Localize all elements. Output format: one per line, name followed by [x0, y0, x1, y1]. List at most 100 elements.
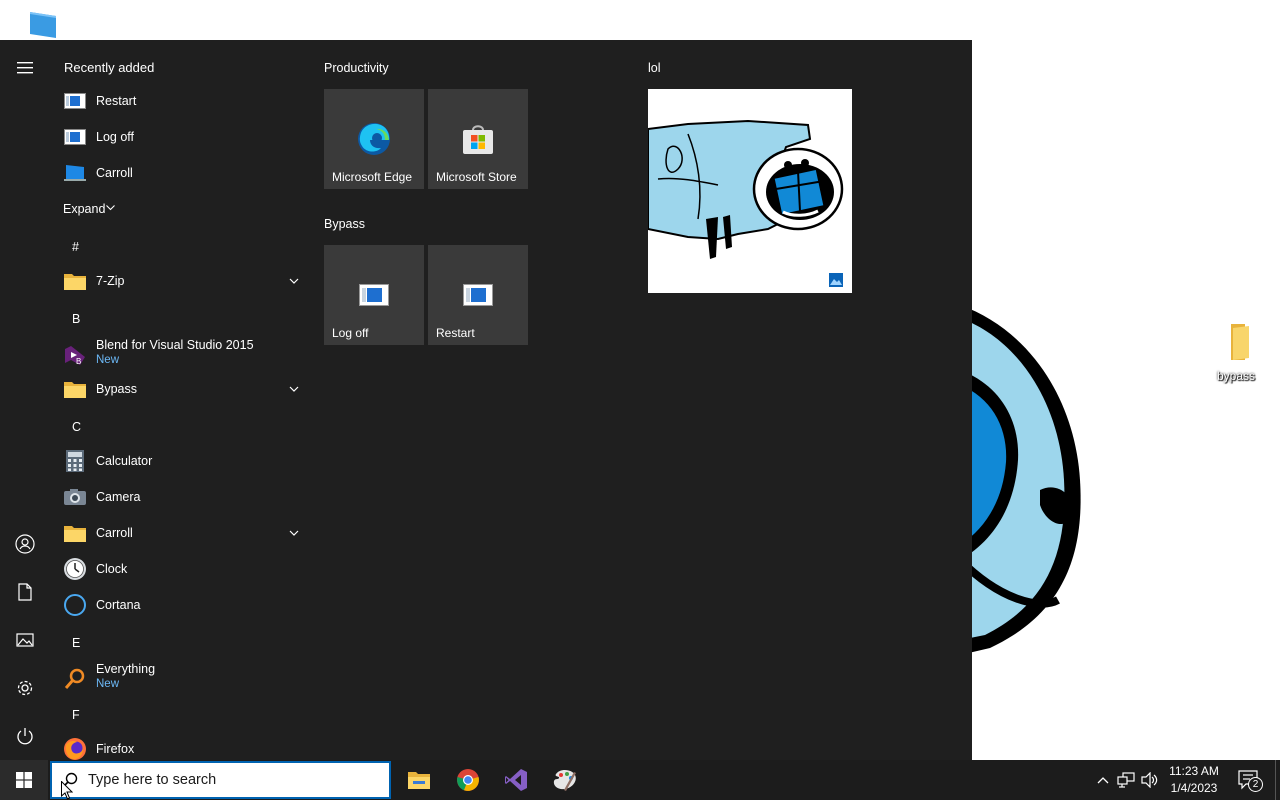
user-icon [15, 534, 35, 554]
documents-button[interactable] [0, 568, 50, 616]
chevron-up-icon [1097, 777, 1109, 784]
settings-button[interactable] [0, 664, 50, 712]
app-item-everything[interactable]: Everything New [50, 659, 306, 699]
tile-microsoft-edge[interactable]: Microsoft Edge [324, 89, 424, 189]
hamburger-icon [17, 62, 33, 74]
tile-label: Log off [332, 326, 369, 340]
tile-restart[interactable]: Restart [428, 245, 528, 345]
speaker-icon [1141, 772, 1158, 788]
app-item-carroll[interactable]: Carroll [50, 515, 306, 551]
app-item-cortana[interactable]: Cortana [50, 587, 306, 623]
window-icon [63, 89, 87, 113]
pictures-button[interactable] [0, 616, 50, 664]
visual-studio-icon [505, 769, 527, 791]
search-input[interactable] [88, 769, 378, 791]
taskbar-search-box[interactable] [50, 761, 391, 799]
desktop-icon-bypass[interactable]: bypass [1206, 322, 1266, 383]
app-name: Log off [96, 130, 135, 144]
show-hidden-icons-button[interactable] [1092, 760, 1114, 800]
window-icon [458, 275, 498, 315]
letter-header-c[interactable]: C [72, 420, 102, 442]
expand-label: Expand [63, 202, 106, 216]
new-badge: New [96, 354, 120, 366]
tile-lol-picture[interactable] [647, 89, 852, 293]
start-rail [0, 40, 50, 760]
start-button[interactable] [0, 760, 48, 800]
account-button[interactable] [0, 520, 50, 568]
folder-icon [63, 377, 87, 401]
recent-item-log-off[interactable]: Log off [50, 119, 306, 155]
app-name: Carroll [96, 166, 133, 180]
taskbar-chrome[interactable] [444, 760, 492, 800]
letter-header-f[interactable]: F [72, 708, 102, 730]
windows-logo-icon [16, 772, 32, 788]
app-name: Blend for Visual Studio 2015 [96, 338, 254, 352]
app-name: Firefox [96, 742, 135, 756]
app-item-firefox[interactable]: Firefox [50, 731, 306, 760]
picture-icon [16, 633, 34, 647]
taskbar-visual-studio[interactable] [492, 760, 540, 800]
gear-icon [17, 680, 33, 696]
monitor-icon [30, 12, 56, 38]
firefox-icon [63, 737, 87, 760]
svg-text:B: B [76, 357, 81, 366]
chevron-down-icon [289, 530, 299, 536]
app-name: 7-Zip [96, 274, 125, 288]
file-explorer-icon [408, 772, 430, 789]
app-name: Bypass [96, 382, 137, 396]
network-icon [1117, 772, 1135, 788]
app-item-blend[interactable]: B Blend for Visual Studio 2015 New [50, 335, 306, 375]
desktop-icon-label: bypass [1216, 369, 1256, 383]
taskbar-paint[interactable] [541, 760, 589, 800]
tile-log-off[interactable]: Log off [324, 245, 424, 345]
app-list: Recently added Restart Log off Carroll E… [50, 40, 310, 760]
search-magnifier-icon [63, 667, 87, 691]
app-item-clock[interactable]: Clock [50, 551, 306, 587]
window-icon [354, 275, 394, 315]
network-button[interactable] [1114, 760, 1138, 800]
desktop-icon-this-pc[interactable] [24, 10, 64, 40]
calculator-icon [63, 449, 87, 473]
drawing-image [647, 119, 844, 259]
clock-icon [63, 557, 87, 581]
new-badge: New [96, 678, 120, 690]
tile-group-title-bypass[interactable]: Bypass [324, 217, 365, 231]
tile-group-title-lol[interactable]: lol [648, 61, 661, 75]
menu-expand-button[interactable] [0, 44, 50, 92]
camera-icon [63, 485, 87, 509]
chevron-down-icon [289, 386, 299, 392]
folder-icon [63, 521, 87, 545]
volume-button[interactable] [1138, 760, 1162, 800]
expand-button[interactable]: Expand [50, 191, 306, 227]
show-desktop-button[interactable] [1275, 760, 1280, 800]
tile-microsoft-store[interactable]: Microsoft Store [428, 89, 528, 189]
clock-date: 1/4/2023 [1170, 781, 1218, 795]
action-center-button[interactable]: 2 [1234, 760, 1264, 800]
app-item-7zip[interactable]: 7-Zip [50, 263, 306, 299]
power-icon [17, 728, 33, 745]
letter-header-e[interactable]: E [72, 636, 102, 658]
photos-badge-icon [829, 273, 843, 287]
recent-item-carroll[interactable]: Carroll [50, 155, 306, 191]
power-button[interactable] [0, 712, 50, 760]
clock-time: 11:23 AM [1169, 764, 1219, 778]
tile-label: Microsoft Edge [332, 170, 413, 184]
chevron-down-icon [289, 278, 299, 284]
tile-group-title-productivity[interactable]: Productivity [324, 61, 389, 75]
recently-added-heading: Recently added [64, 60, 155, 75]
letter-header-hash[interactable]: # [72, 240, 102, 262]
mouse-cursor-icon [61, 781, 73, 800]
window-icon [63, 125, 87, 149]
monitor-icon [63, 161, 87, 185]
app-name: Everything [96, 662, 156, 676]
app-item-bypass[interactable]: Bypass [50, 371, 306, 407]
document-icon [18, 583, 32, 601]
app-item-calculator[interactable]: Calculator [50, 443, 306, 479]
taskbar-file-explorer[interactable] [395, 760, 443, 800]
recent-item-restart[interactable]: Restart [50, 83, 306, 119]
app-item-camera[interactable]: Camera [50, 479, 306, 515]
app-name: Camera [96, 490, 141, 504]
taskbar-clock[interactable]: 11:23 AM 1/4/2023 [1162, 763, 1226, 797]
app-name: Restart [96, 94, 137, 108]
letter-header-b[interactable]: B [72, 312, 102, 334]
